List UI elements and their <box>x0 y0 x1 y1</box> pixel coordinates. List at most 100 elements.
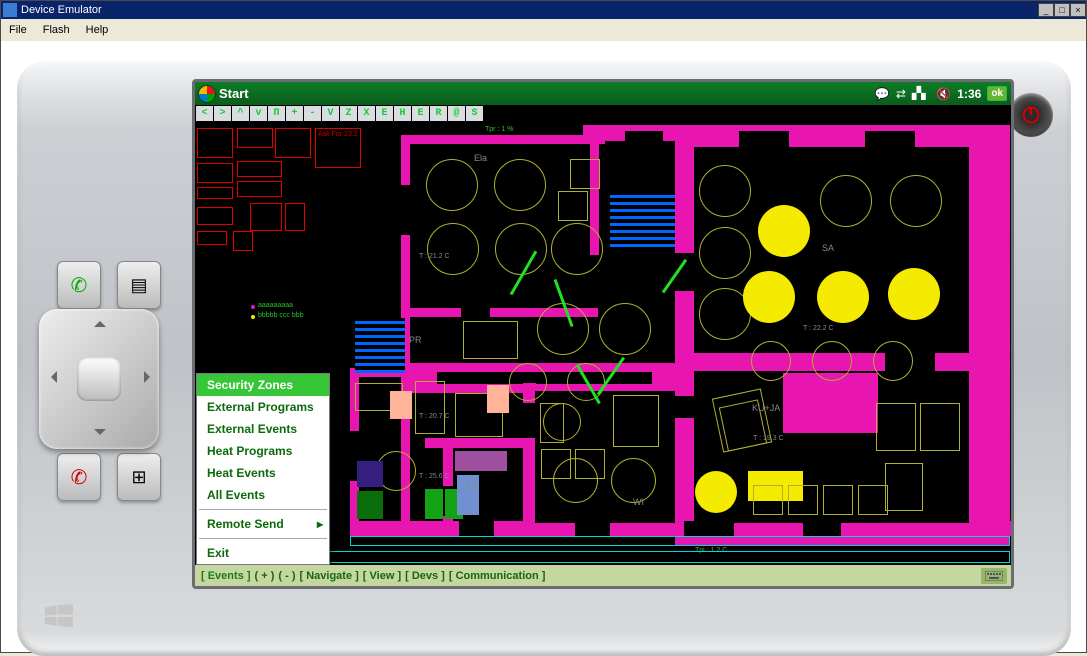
menu-item-external-programs[interactable]: External Programs <box>197 396 329 418</box>
start-button[interactable]: Start <box>199 86 249 102</box>
menu-item-remote-send[interactable]: Remote Send <box>197 513 329 535</box>
device-area: ✆ ▤ ✆ ⊞ <box>1 41 1086 652</box>
sensor <box>890 175 942 227</box>
wm-screen: Start 💬 ⇄ ▞▖ 🔇 1:36 ok < <box>195 82 1011 586</box>
door <box>739 131 789 151</box>
door <box>684 521 734 536</box>
tb-s[interactable]: S <box>466 106 483 121</box>
power-button[interactable] <box>1009 93 1053 137</box>
softmenu-communication[interactable]: [ Communication ] <box>447 570 548 582</box>
call-button[interactable]: ✆ <box>57 261 101 309</box>
tb-minus[interactable]: - <box>304 106 321 121</box>
info-box <box>250 203 282 231</box>
menu-file[interactable]: File <box>1 22 35 38</box>
softmenu-view[interactable]: [ View ] <box>361 570 403 582</box>
sensor <box>551 223 603 275</box>
signal-icon[interactable]: ▞▖ <box>912 86 930 101</box>
tb-right[interactable]: > <box>214 106 231 121</box>
dpad-center[interactable] <box>77 357 121 401</box>
tb-p[interactable]: П <box>268 106 285 121</box>
wall <box>401 308 461 317</box>
hangup-button[interactable]: ✆ <box>57 453 101 501</box>
room-label: Ela <box>474 153 487 163</box>
tb-e[interactable]: E <box>376 106 393 121</box>
tb-z[interactable]: Z <box>340 106 357 121</box>
fixture <box>788 485 818 515</box>
menu-item-heat-events[interactable]: Heat Events <box>197 462 329 484</box>
door <box>865 131 915 151</box>
floorplan-canvas[interactable]: Ask For 23.2 aaaaaaaaa <box>195 123 1011 565</box>
hardware-buttons: ✆ ▤ ✆ ⊞ <box>9 251 194 521</box>
sensor <box>426 159 478 211</box>
softmenu-navigate[interactable]: [ Navigate ] <box>298 570 361 582</box>
keyboard-icon <box>985 571 1003 581</box>
tb-up[interactable]: ^ <box>232 106 249 121</box>
app-icon <box>3 3 17 17</box>
temp-label: T : 22.2 C <box>803 325 834 332</box>
sync-icon[interactable]: ⇄ <box>896 87 906 101</box>
active-sensor <box>817 271 869 323</box>
maximize-button[interactable]: □ <box>1054 3 1070 17</box>
wall <box>425 438 525 448</box>
heated <box>487 385 509 413</box>
tb-h[interactable]: H <box>394 106 411 121</box>
menu-item-all-events[interactable]: All Events <box>197 484 329 506</box>
fixture <box>463 321 518 359</box>
softmenu-devs[interactable]: [ Devs ] <box>403 570 447 582</box>
sensor <box>820 175 872 227</box>
fixture <box>541 449 571 479</box>
info-box <box>197 207 233 225</box>
device-shell: ✆ ▤ ✆ ⊞ <box>17 61 1071 656</box>
titlebar: Device Emulator _ □ × <box>1 1 1086 19</box>
volume-icon[interactable]: 🔇 <box>936 87 951 101</box>
fixture <box>753 485 783 515</box>
active-sensor <box>695 471 737 513</box>
chat-icon[interactable]: 💬 <box>875 87 890 101</box>
heated <box>390 391 412 419</box>
tb-down[interactable]: v <box>250 106 267 121</box>
menu-item-security-zones[interactable]: Security Zones <box>197 374 329 396</box>
softmenu-events[interactable]: [ Events ] <box>199 570 253 582</box>
info-box <box>237 181 282 197</box>
softmenu-minus[interactable]: ( - ) <box>276 570 297 582</box>
tb-at[interactable]: @ <box>448 106 465 121</box>
block <box>783 373 878 433</box>
menu-help[interactable]: Help <box>78 22 117 38</box>
dpad-left-icon <box>45 371 57 383</box>
room-label: Ł1 <box>467 481 477 491</box>
temp-label: T : 25.6 C <box>419 473 450 480</box>
info-box: Ask For 23.2 <box>315 128 361 168</box>
stairs-icon <box>355 318 405 373</box>
softkey-1[interactable]: ▤ <box>117 261 161 309</box>
system-tray: 💬 ⇄ ▞▖ 🔇 1:36 ok <box>875 86 1007 101</box>
boundary <box>285 551 1010 563</box>
softkey-2[interactable]: ⊞ <box>117 453 161 501</box>
minimize-button[interactable]: _ <box>1038 3 1054 17</box>
sip-keyboard-button[interactable] <box>981 568 1007 584</box>
menu-item-exit[interactable]: Exit <box>197 542 329 564</box>
sensor <box>495 223 547 275</box>
tb-plus[interactable]: + <box>286 106 303 121</box>
softmenu-plus[interactable]: ( + ) <box>253 570 277 582</box>
wall <box>401 135 605 144</box>
tb-x[interactable]: X <box>358 106 375 121</box>
menu-flash[interactable]: Flash <box>35 22 78 38</box>
clock[interactable]: 1:36 <box>957 87 981 101</box>
fixture <box>570 159 600 189</box>
close-button[interactable]: × <box>1070 3 1086 17</box>
info-box <box>233 231 253 251</box>
ok-button[interactable]: ok <box>987 86 1007 101</box>
menu-separator <box>199 538 327 539</box>
dpad[interactable] <box>39 309 159 449</box>
door <box>401 185 415 235</box>
tb-r[interactable]: R <box>430 106 447 121</box>
tb-left[interactable]: < <box>196 106 213 121</box>
tb-e2[interactable]: E <box>412 106 429 121</box>
menu-item-external-events[interactable]: External Events <box>197 418 329 440</box>
menu-item-heat-programs[interactable]: Heat Programs <box>197 440 329 462</box>
info-box <box>197 163 233 183</box>
door <box>575 521 610 536</box>
sensor <box>494 159 546 211</box>
tb-v[interactable]: V <box>322 106 339 121</box>
info-box <box>197 187 233 199</box>
